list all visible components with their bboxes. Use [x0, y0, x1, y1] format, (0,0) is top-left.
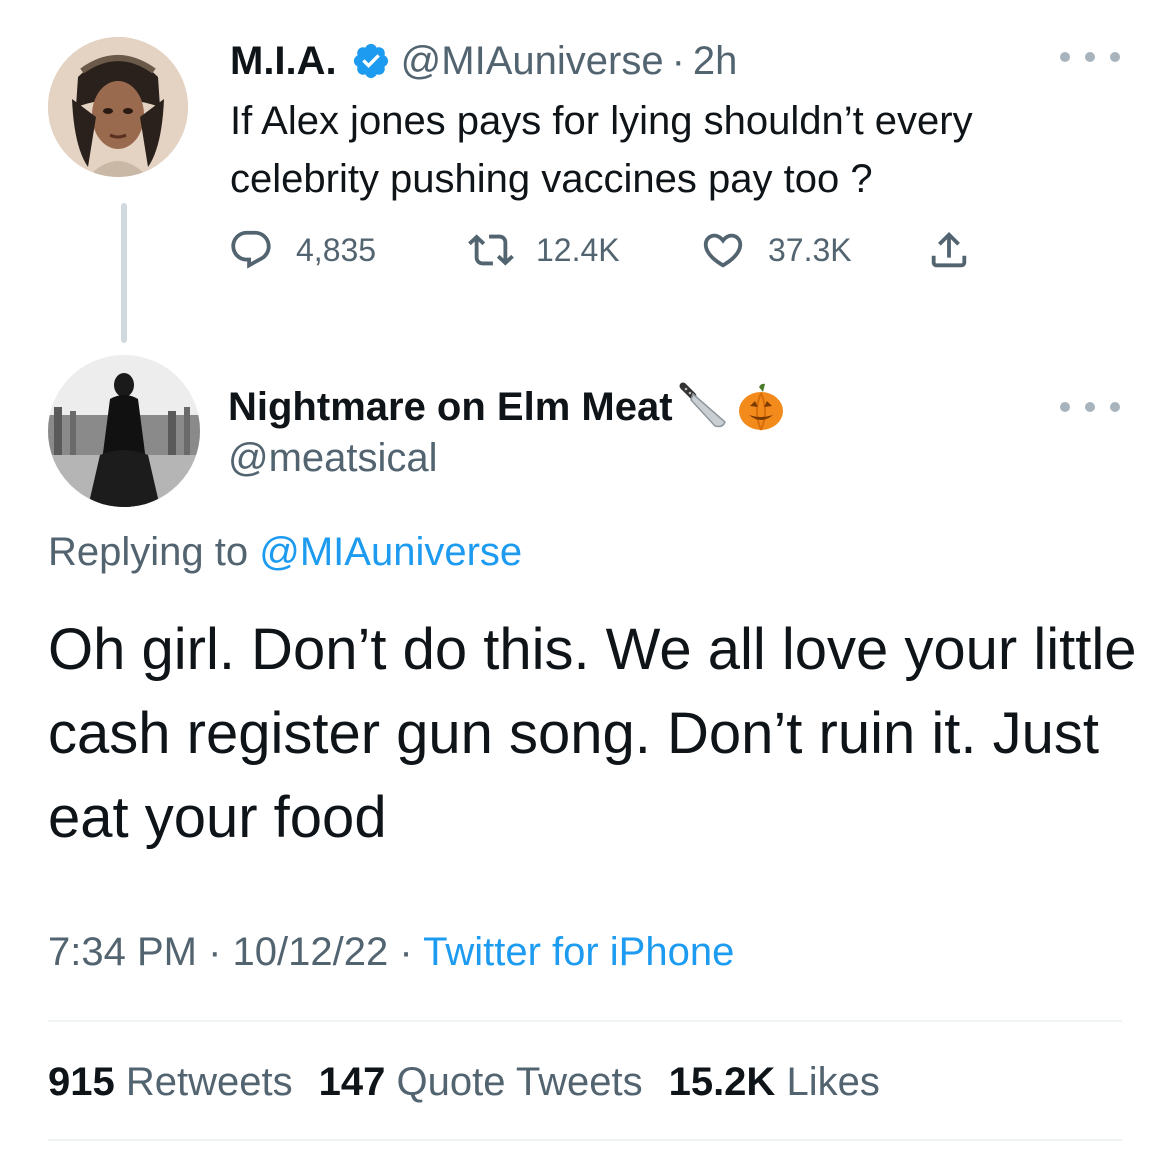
meta-separator: · — [208, 930, 222, 974]
retweets-label: Retweets — [125, 1059, 293, 1104]
verified-badge-icon — [351, 41, 391, 81]
avatar-meatsical[interactable] — [48, 355, 200, 507]
like-button[interactable]: 37.3K — [700, 227, 926, 273]
retweets-count: 915 — [48, 1059, 115, 1104]
avatar-mia[interactable] — [48, 37, 188, 177]
divider — [48, 1020, 1122, 1022]
header-separator: · — [671, 38, 685, 83]
parent-tweet-text: If Alex jones pays for lying shouldn’t e… — [230, 99, 973, 201]
tweet-stats: 915 Retweets 147 Quote Tweets 15.2K Like… — [48, 1054, 906, 1110]
like-count: 37.3K — [768, 231, 852, 268]
thread-connector-line — [121, 203, 127, 343]
reply-author-handle[interactable]: @meatsical — [228, 436, 438, 481]
parent-tweet-time[interactable]: 2h — [693, 39, 738, 84]
share-icon — [931, 231, 967, 268]
quote-tweets-stat-link[interactable]: 147 Quote Tweets — [319, 1060, 643, 1105]
retweet-icon — [468, 234, 514, 266]
likes-label: Likes — [786, 1059, 880, 1104]
replying-to-line: Replying to @MIAuniverse — [48, 530, 522, 586]
tweet-thread: M.I.A. @MIAuniverse · 2h If Alex jones p… — [0, 0, 1170, 1151]
likes-stat-link[interactable]: 15.2K Likes — [669, 1060, 880, 1105]
tweet-time[interactable]: 7:34 PM — [48, 930, 197, 974]
reply-button[interactable]: 4,835 — [228, 227, 468, 273]
meta-separator: · — [399, 930, 413, 974]
tweet-source-link[interactable]: Twitter for iPhone — [423, 930, 734, 974]
divider — [48, 1139, 1122, 1141]
reply-icon — [231, 230, 271, 269]
parent-author-handle[interactable]: @MIAuniverse — [401, 39, 664, 84]
knife-icon — [679, 382, 729, 432]
parent-author-name[interactable]: M.I.A. — [230, 39, 337, 84]
like-icon — [703, 233, 743, 268]
reply-count: 4,835 — [296, 231, 377, 268]
parent-tweet-actions: 4,835 12.4K 37.3K — [228, 222, 972, 278]
quote-tweets-count: 147 — [318, 1059, 386, 1104]
reply-author-name-text: Nightmare on Elm Meat — [228, 384, 673, 429]
share-button[interactable] — [926, 227, 972, 273]
tweet-meta: 7:34 PM · 10/12/22 · Twitter for iPhone — [48, 930, 734, 986]
avatar-mia-image — [48, 37, 188, 177]
retweet-count: 12.4K — [536, 231, 620, 268]
quote-tweets-label: Quote Tweets — [396, 1059, 643, 1104]
parent-tweet-header: M.I.A. @MIAuniverse · 2h — [230, 36, 737, 86]
retweet-button[interactable]: 12.4K — [468, 227, 700, 273]
reply-more-icon[interactable] — [1060, 397, 1120, 417]
reply-tweet-text: Oh girl. Don’t do this. We all love your… — [48, 617, 1137, 850]
retweets-stat-link[interactable]: 915 Retweets — [48, 1060, 293, 1105]
reply-author-name[interactable]: Nightmare on Elm Meat — [228, 377, 787, 437]
jack-o-lantern-icon — [735, 381, 787, 433]
replying-to-mention-link[interactable]: @MIAuniverse — [259, 530, 522, 574]
replying-to-label: Replying to — [48, 530, 249, 574]
parent-more-icon[interactable] — [1060, 47, 1120, 67]
tweet-date[interactable]: 10/12/22 — [233, 930, 389, 974]
likes-count: 15.2K — [668, 1059, 776, 1104]
avatar-meatsical-image — [48, 355, 200, 507]
